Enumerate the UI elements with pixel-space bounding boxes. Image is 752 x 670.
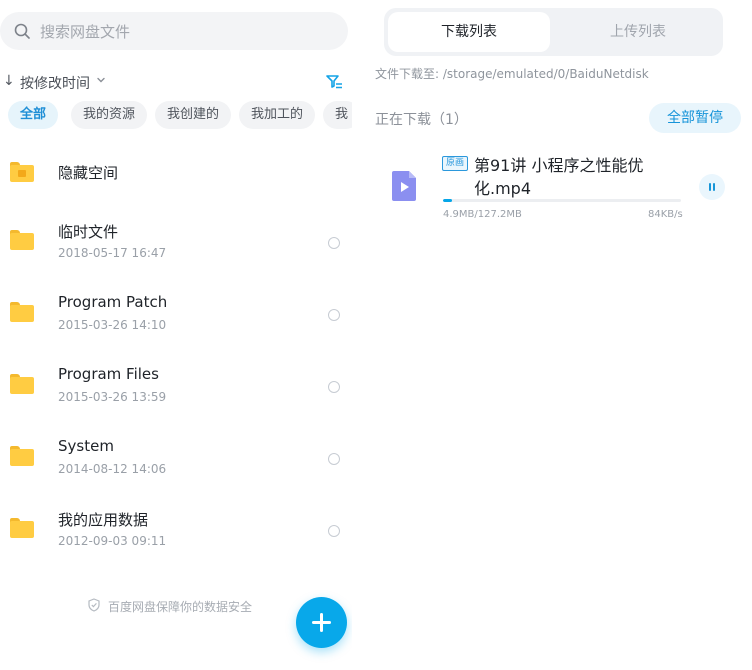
- list-item[interactable]: 我的应用数据 2012-09-03 09:11: [0, 496, 352, 568]
- add-button[interactable]: [296, 597, 347, 648]
- file-date: 2015-03-26 13:59: [58, 390, 167, 404]
- list-item[interactable]: System 2014-08-12 14:06: [0, 424, 352, 496]
- chip-created[interactable]: 我创建的: [155, 101, 232, 129]
- sort-arrow-icon: ↓: [3, 73, 15, 89]
- file-date: 2012-09-03 09:11: [58, 534, 167, 548]
- file-name: 我的应用数据: [58, 511, 149, 529]
- chip-all[interactable]: 全部: [8, 101, 59, 129]
- download-title-line1: 第91讲 小程序之性能优: [474, 156, 644, 175]
- progress-bar: [443, 199, 681, 202]
- file-date: 2018-05-17 16:47: [58, 246, 167, 260]
- file-name: Program Patch: [58, 293, 168, 311]
- download-speed: 84KB/s: [648, 209, 683, 220]
- list-item[interactable]: Program Patch 2015-03-26 14:10: [0, 280, 352, 352]
- pause-button[interactable]: [699, 174, 725, 200]
- safety-text: 百度网盘保障你的数据安全: [108, 600, 253, 614]
- select-radio[interactable]: [328, 381, 340, 393]
- pause-all-button[interactable]: 全部暂停: [649, 103, 741, 133]
- chevron-down-icon[interactable]: [96, 75, 106, 85]
- downloading-count: 正在下载（1）: [375, 112, 468, 128]
- select-radio[interactable]: [328, 309, 340, 321]
- transfer-tabs: 下载列表 上传列表: [384, 8, 723, 56]
- chip-processed[interactable]: 我加工的: [239, 101, 316, 129]
- folder-icon: [10, 374, 34, 394]
- tab-download-list[interactable]: 下载列表: [388, 12, 550, 52]
- file-name: 临时文件: [58, 223, 119, 241]
- sort-bar: ↓ 按修改时间: [0, 72, 352, 94]
- file-name: System: [58, 437, 114, 455]
- search-placeholder: 搜索网盘文件: [40, 23, 131, 41]
- folder-lock-icon: [10, 162, 34, 182]
- file-date: 2015-03-26 14:10: [58, 318, 167, 332]
- transfer-panel: 下载列表 上传列表 文件下载至: /storage/emulated/0/Bai…: [366, 0, 752, 670]
- download-title-line2: 化.mp4: [474, 179, 532, 198]
- quality-badge: 原画: [442, 156, 469, 171]
- file-name: Program Files: [58, 365, 159, 383]
- folder-icon: [10, 446, 34, 466]
- downloading-header: 正在下载（1） 全部暂停: [375, 103, 745, 133]
- video-file-icon: [392, 171, 416, 201]
- pause-icon: [709, 183, 711, 191]
- folder-icon: [10, 518, 34, 538]
- file-date: 2014-08-12 14:06: [58, 462, 167, 476]
- search-bar[interactable]: 搜索网盘文件: [0, 12, 348, 50]
- chip-my-resources[interactable]: 我的资源: [71, 101, 148, 129]
- category-chips: 全部 我的资源 我创建的 我加工的 我: [8, 101, 352, 129]
- tab-upload-list[interactable]: 上传列表: [557, 12, 719, 52]
- shield-icon: [88, 598, 100, 612]
- select-radio[interactable]: [328, 453, 340, 465]
- chip-more[interactable]: 我: [323, 101, 352, 129]
- filter-icon[interactable]: [325, 73, 343, 91]
- download-size: 4.9MB/127.2MB: [443, 209, 522, 220]
- folder-icon: [10, 302, 34, 322]
- file-name: 隐藏空间: [58, 164, 119, 182]
- select-radio[interactable]: [328, 237, 340, 249]
- list-item[interactable]: 隐藏空间: [0, 136, 352, 208]
- search-icon: [14, 23, 30, 39]
- download-path: 文件下载至: /storage/emulated/0/BaiduNetdisk: [375, 67, 649, 81]
- file-list-panel: 搜索网盘文件 ↓ 按修改时间 全部 我的资源 我创建的 我加工的 我 隐藏空间 …: [0, 0, 352, 670]
- safety-note: 百度网盘保障你的数据安全: [88, 598, 288, 614]
- download-item[interactable]: 原画 第91讲 小程序之性能优 化.mp4 4.9MB/127.2MB 84KB…: [366, 145, 752, 225]
- list-item[interactable]: 临时文件 2018-05-17 16:47: [0, 208, 352, 280]
- select-radio[interactable]: [328, 525, 340, 537]
- sort-by-modified-button[interactable]: 按修改时间: [20, 73, 90, 93]
- list-item[interactable]: Program Files 2015-03-26 13:59: [0, 352, 352, 424]
- progress-fill: [443, 199, 453, 202]
- folder-icon: [10, 230, 34, 250]
